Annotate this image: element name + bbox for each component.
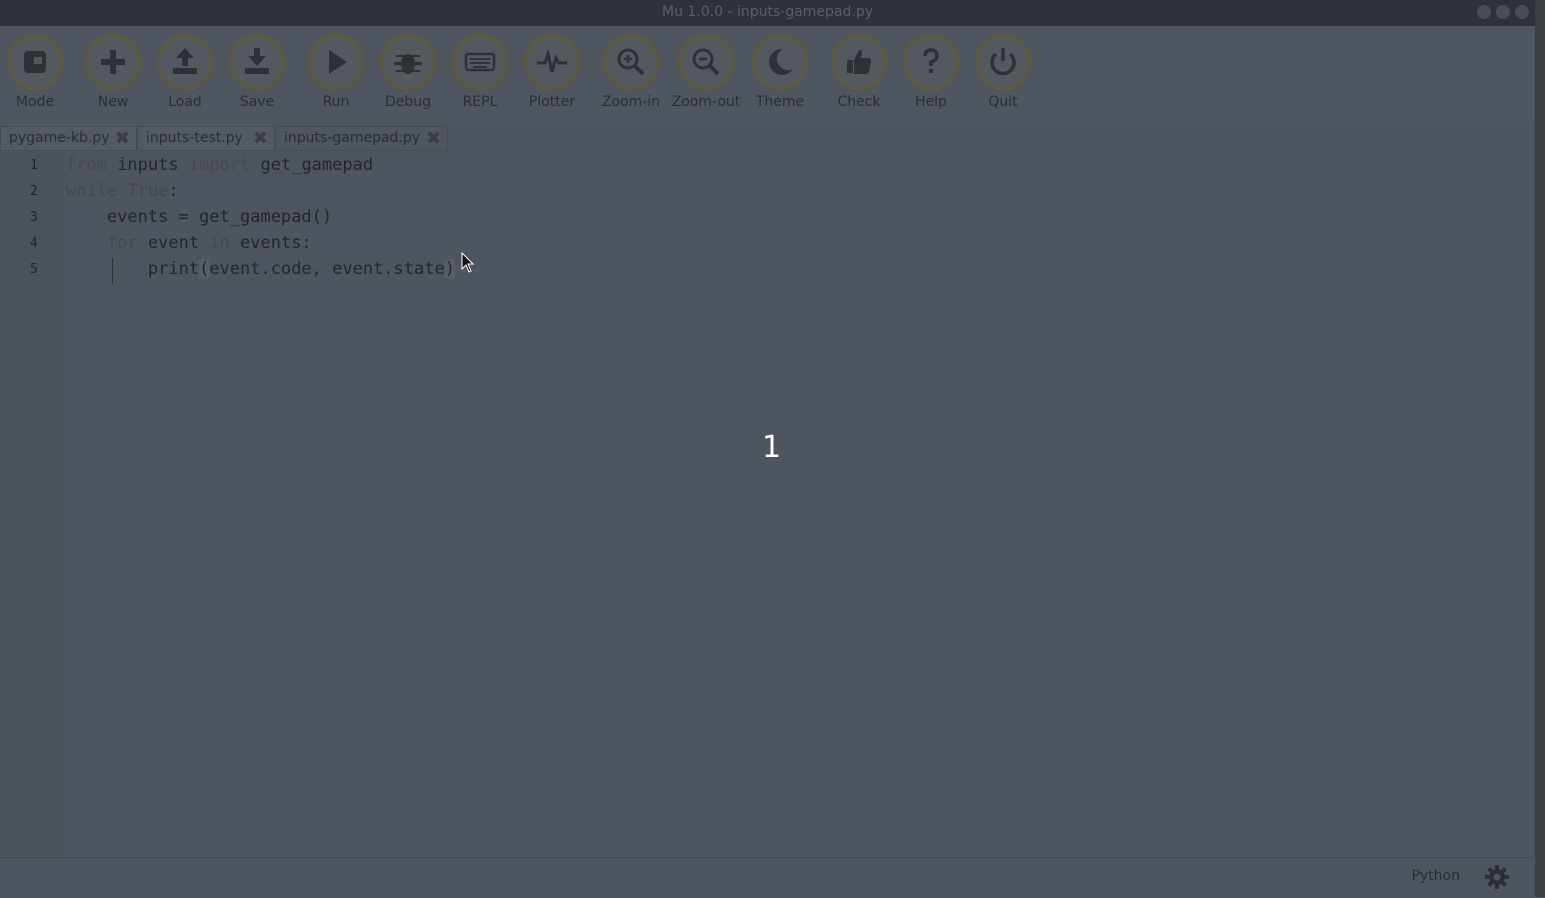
download-icon bbox=[245, 48, 269, 74]
thumbs-up-icon bbox=[847, 49, 872, 74]
quit-button[interactable]: Quit bbox=[967, 34, 1039, 110]
debug-button[interactable]: Debug bbox=[372, 34, 444, 110]
zoom-in-icon bbox=[617, 48, 645, 76]
new-label: New bbox=[97, 94, 129, 110]
load-label: Load bbox=[168, 94, 202, 110]
window-title: Mu 1.0.0 - inputs-gamepad.py bbox=[661, 4, 874, 20]
mouse-pointer-icon bbox=[461, 252, 475, 273]
moon-icon bbox=[769, 48, 793, 75]
close-window-button[interactable] bbox=[1515, 5, 1529, 19]
bug-icon bbox=[394, 54, 422, 74]
pulse-icon bbox=[537, 48, 567, 73]
repl-button[interactable]: REPL bbox=[444, 34, 516, 110]
mode-button[interactable]: Mode bbox=[0, 34, 71, 110]
line-number-gutter: 1 2 3 4 5 bbox=[0, 152, 64, 856]
code-line: events = get_gamepad() bbox=[66, 207, 333, 227]
zoom-out-button[interactable]: Zoom-out bbox=[670, 34, 742, 110]
upload-icon bbox=[173, 48, 197, 74]
overlay-number: 1 bbox=[762, 430, 782, 465]
maximize-button[interactable] bbox=[1496, 5, 1510, 19]
check-label: Check bbox=[837, 94, 881, 110]
line-number: 2 bbox=[30, 184, 38, 199]
line-number: 3 bbox=[30, 210, 38, 225]
plus-icon bbox=[101, 50, 125, 74]
zoom-out-icon bbox=[692, 48, 720, 76]
close-icon[interactable]: ✖ bbox=[115, 127, 130, 150]
tab-inputs-test[interactable]: inputs-test.py ✖ bbox=[137, 126, 275, 151]
minimize-button[interactable] bbox=[1477, 5, 1491, 19]
check-button[interactable]: Check bbox=[823, 34, 895, 110]
status-bar: Python bbox=[0, 857, 1535, 898]
window-border bbox=[1535, 0, 1545, 897]
question-icon bbox=[923, 48, 939, 73]
mode-indicator[interactable]: Python bbox=[1411, 868, 1460, 884]
plotter-label: Plotter bbox=[528, 94, 576, 110]
play-icon bbox=[329, 50, 347, 74]
theme-label: Theme bbox=[755, 94, 805, 110]
quit-label: Quit bbox=[988, 94, 1018, 110]
zoom-out-label: Zoom-out bbox=[671, 94, 741, 110]
tab-inputs-gamepad[interactable]: inputs-gamepad.py ✖ bbox=[275, 126, 448, 151]
code-line: from inputs import get_gamepad bbox=[66, 155, 374, 175]
theme-button[interactable]: Theme bbox=[744, 34, 816, 110]
power-icon bbox=[990, 48, 1016, 76]
run-label: Run bbox=[322, 94, 350, 110]
repl-label: REPL bbox=[462, 94, 498, 110]
close-icon[interactable]: ✖ bbox=[426, 127, 441, 150]
help-label: Help bbox=[915, 94, 947, 110]
gear-icon[interactable] bbox=[1483, 863, 1511, 891]
tab-pygame-kb[interactable]: pygame-kb.py ✖ bbox=[0, 126, 137, 151]
zoom-in-button[interactable]: Zoom-in bbox=[595, 34, 667, 110]
save-button[interactable]: Save bbox=[221, 34, 293, 110]
keyboard-icon bbox=[464, 52, 496, 72]
help-button[interactable]: Help bbox=[895, 34, 967, 110]
debug-label: Debug bbox=[384, 94, 432, 110]
tab-label: pygame-kb.py bbox=[9, 130, 110, 146]
line-number: 1 bbox=[30, 158, 38, 173]
code-line: print(event.code, event.state) bbox=[66, 259, 455, 279]
title-bar: Mu 1.0.0 - inputs-gamepad.py bbox=[0, 0, 1535, 26]
toolbar: Mode New Load Save Run Debug REPL Plotte… bbox=[0, 26, 1535, 126]
run-button[interactable]: Run bbox=[300, 34, 372, 110]
code-line: while True: bbox=[66, 181, 179, 201]
mode-icon bbox=[24, 51, 46, 73]
zoom-in-label: Zoom-in bbox=[601, 94, 661, 110]
load-button[interactable]: Load bbox=[149, 34, 221, 110]
plotter-button[interactable]: Plotter bbox=[516, 34, 588, 110]
tab-label: inputs-test.py bbox=[146, 130, 243, 146]
new-button[interactable]: New bbox=[77, 34, 149, 110]
tab-bar: pygame-kb.py ✖ inputs-test.py ✖ inputs-g… bbox=[0, 126, 1535, 152]
tab-label: inputs-gamepad.py bbox=[284, 130, 421, 146]
mode-label: Mode bbox=[15, 94, 55, 110]
close-icon[interactable]: ✖ bbox=[253, 127, 268, 150]
line-number: 5 bbox=[30, 262, 38, 277]
window-controls bbox=[1477, 5, 1529, 19]
line-number: 4 bbox=[30, 236, 38, 251]
code-editor[interactable]: from inputs import get_gamepad while Tru… bbox=[64, 152, 1535, 856]
save-label: Save bbox=[239, 94, 275, 110]
code-line: for event in events: bbox=[106, 233, 312, 253]
